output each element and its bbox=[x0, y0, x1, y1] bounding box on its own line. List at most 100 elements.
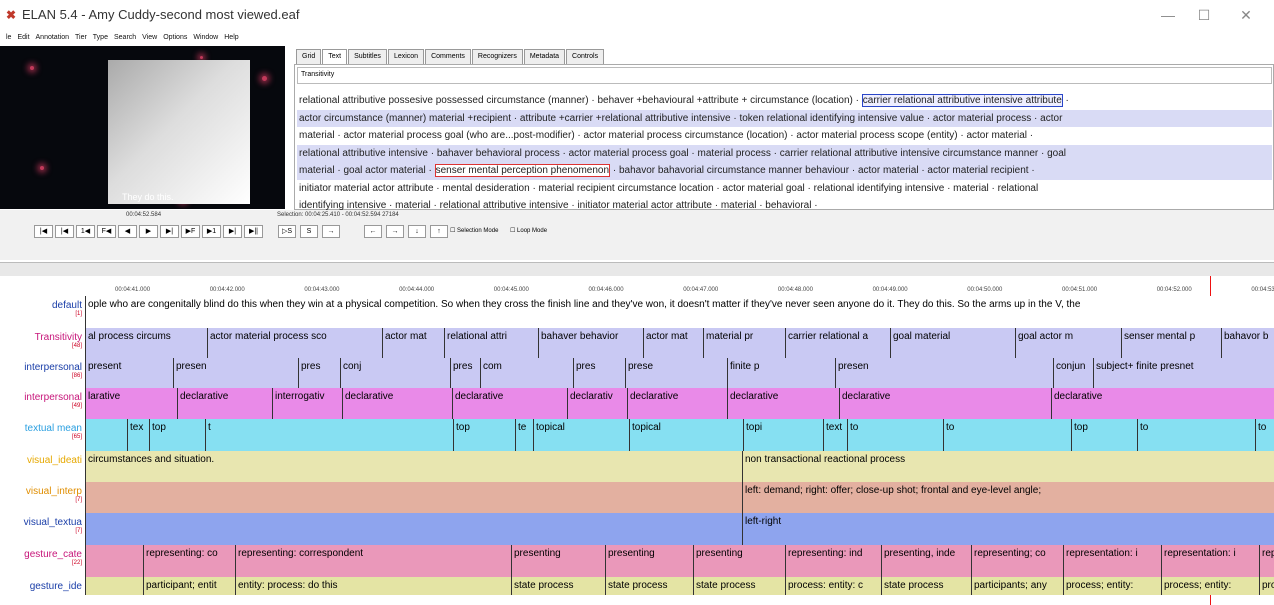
annotation[interactable]: te bbox=[515, 419, 533, 451]
loop-mode-checkbox[interactable]: ☐ Loop Mode bbox=[510, 227, 547, 234]
annotation[interactable]: left: demand; right: offer; close-up sho… bbox=[742, 482, 1274, 513]
splitter[interactable] bbox=[0, 262, 1274, 276]
tab-controls[interactable]: Controls bbox=[566, 49, 605, 64]
tier-row[interactable]: representing: co representing: correspond… bbox=[85, 545, 1274, 577]
annotation[interactable]: representation: i bbox=[1161, 545, 1259, 577]
annotation[interactable]: representation: i bbox=[1063, 545, 1161, 577]
annotation[interactable]: state process bbox=[511, 577, 605, 595]
annotation[interactable]: circumstances and situation. bbox=[85, 451, 742, 482]
close-icon[interactable]: ✕ bbox=[1228, 4, 1264, 26]
selection-button[interactable]: ▷S bbox=[278, 225, 296, 238]
annotation[interactable]: pres bbox=[573, 358, 625, 388]
tier-row[interactable]: left-right bbox=[85, 513, 1274, 545]
annotation[interactable]: pres bbox=[298, 358, 340, 388]
annotation[interactable]: declarative bbox=[627, 388, 727, 419]
selection-mode-checkbox[interactable]: ☐ Selection Mode bbox=[450, 227, 498, 234]
tab-subtitles[interactable]: Subtitles bbox=[348, 49, 387, 64]
annotation[interactable]: representing: ind bbox=[785, 545, 881, 577]
media-button[interactable]: |◀ bbox=[55, 225, 74, 238]
selection-button[interactable]: ↓ bbox=[408, 225, 426, 238]
annotation[interactable]: declarative bbox=[727, 388, 839, 419]
media-button[interactable]: ▶ bbox=[139, 225, 158, 238]
selection-button[interactable]: ↑ bbox=[430, 225, 448, 238]
annotation[interactable]: presen bbox=[173, 358, 298, 388]
tier-row[interactable]: left: demand; right: offer; close-up sho… bbox=[85, 482, 1274, 513]
annotation[interactable]: actor material process sco bbox=[207, 328, 382, 358]
tier-row[interactable]: tex top t top te topical topical topi text to to to… bbox=[85, 419, 1274, 451]
text-viewer[interactable]: Transitivity relational attributive poss… bbox=[294, 64, 1274, 211]
media-button[interactable]: ▶|| bbox=[244, 225, 263, 238]
annotation[interactable]: text bbox=[823, 419, 847, 451]
tier-label[interactable]: default [1] bbox=[0, 300, 84, 317]
tab-comments[interactable]: Comments bbox=[425, 49, 471, 64]
annotation[interactable]: process; entity: bbox=[1161, 577, 1259, 595]
annotation[interactable]: declarative bbox=[839, 388, 1051, 419]
tier-label[interactable]: Transitivity [48] bbox=[0, 332, 84, 349]
annotation[interactable]: finite p bbox=[727, 358, 835, 388]
maximize-icon[interactable]: ☐ bbox=[1186, 4, 1222, 26]
annotation[interactable]: declarativ bbox=[567, 388, 627, 419]
tier-row[interactable]: circumstances and situation. non transact… bbox=[85, 451, 1274, 482]
annotation[interactable]: presenting, inde bbox=[881, 545, 971, 577]
annotation[interactable]: top bbox=[149, 419, 205, 451]
annotation[interactable]: material pr bbox=[703, 328, 781, 358]
annotation[interactable]: interrogativ bbox=[272, 388, 342, 419]
tier-label[interactable]: visual_textua [7] bbox=[0, 517, 84, 534]
menu-options[interactable]: Options bbox=[163, 31, 187, 45]
tier-label[interactable]: interpersonal [86] bbox=[0, 362, 84, 379]
annotation[interactable]: process; entity: bbox=[1063, 577, 1161, 595]
annotation[interactable]: entity: process: do this bbox=[235, 577, 511, 595]
annotation[interactable]: subject+ finite presnet bbox=[1093, 358, 1213, 388]
annotation[interactable]: conjun bbox=[1053, 358, 1093, 388]
media-button[interactable]: ▶| bbox=[160, 225, 179, 238]
tier-row[interactable]: participant; entit entity: process: do th… bbox=[85, 577, 1274, 595]
media-button[interactable]: ▶1 bbox=[202, 225, 221, 238]
menu-view[interactable]: View bbox=[142, 31, 157, 45]
annotation[interactable]: left-right bbox=[742, 513, 1274, 545]
annotation[interactable] bbox=[85, 577, 143, 595]
menu-edit[interactable]: Edit bbox=[17, 31, 29, 45]
media-button[interactable]: F◀ bbox=[97, 225, 116, 238]
menu-window[interactable]: Window bbox=[193, 31, 218, 45]
tier-label[interactable]: textual mean [65] bbox=[0, 423, 84, 440]
timeline-ruler[interactable]: 00:04:41.000 00:04:42.000 00:04:43.000 00:0… bbox=[85, 282, 1274, 296]
annotation[interactable]: com bbox=[480, 358, 570, 388]
annotation[interactable]: al process circums bbox=[85, 328, 205, 358]
annotation[interactable]: declarative bbox=[177, 388, 272, 419]
annotation[interactable]: bahaver behavior bbox=[538, 328, 643, 358]
annotation[interactable]: goal material bbox=[890, 328, 1012, 358]
annotation[interactable]: declarative bbox=[452, 388, 567, 419]
annotation[interactable]: process: entity: c bbox=[785, 577, 881, 595]
tier-row[interactable]: present presen pres conj pres com pres prese fin… bbox=[85, 358, 1274, 388]
menu-annotation[interactable]: Annotation bbox=[36, 31, 69, 45]
annotation[interactable]: representing: co bbox=[143, 545, 235, 577]
annotation[interactable]: pres bbox=[450, 358, 480, 388]
annotation[interactable]: tex bbox=[127, 419, 149, 451]
tab-grid[interactable]: Grid bbox=[296, 49, 322, 64]
annotation[interactable]: proc bbox=[1259, 577, 1274, 595]
menu-help[interactable]: Help bbox=[224, 31, 238, 45]
menu-tier[interactable]: Tier bbox=[75, 31, 87, 45]
annotation[interactable] bbox=[85, 513, 742, 545]
annotation[interactable]: state process bbox=[881, 577, 971, 595]
annotation[interactable]: representing: correspondent bbox=[235, 545, 511, 577]
annotation[interactable]: bahavor b bbox=[1221, 328, 1274, 358]
annotation[interactable]: presenting bbox=[511, 545, 605, 577]
annotation[interactable]: declarative bbox=[1051, 388, 1274, 419]
viewer-tier-selector[interactable]: Transitivity bbox=[297, 67, 1272, 84]
annotation[interactable]: senser mental p bbox=[1121, 328, 1221, 358]
tier-label[interactable]: visual_ideati bbox=[0, 455, 84, 466]
annotation[interactable]: participant; entit bbox=[143, 577, 235, 595]
annotation[interactable]: participants; any bbox=[971, 577, 1063, 595]
tier-row[interactable]: larative declarative interrogativ declarati… bbox=[85, 388, 1274, 419]
tier-label[interactable]: visual_interp [7] bbox=[0, 486, 84, 503]
media-button[interactable]: ▶F bbox=[181, 225, 200, 238]
annotation[interactable]: presenting bbox=[605, 545, 693, 577]
annotation[interactable]: presen bbox=[835, 358, 1053, 388]
annotation[interactable]: actor mat bbox=[382, 328, 444, 358]
media-button[interactable]: ▶| bbox=[223, 225, 242, 238]
media-button[interactable]: |◀ bbox=[34, 225, 53, 238]
annotation[interactable]: top bbox=[453, 419, 513, 451]
annotation[interactable]: topical bbox=[629, 419, 743, 451]
annotation[interactable] bbox=[85, 545, 143, 577]
